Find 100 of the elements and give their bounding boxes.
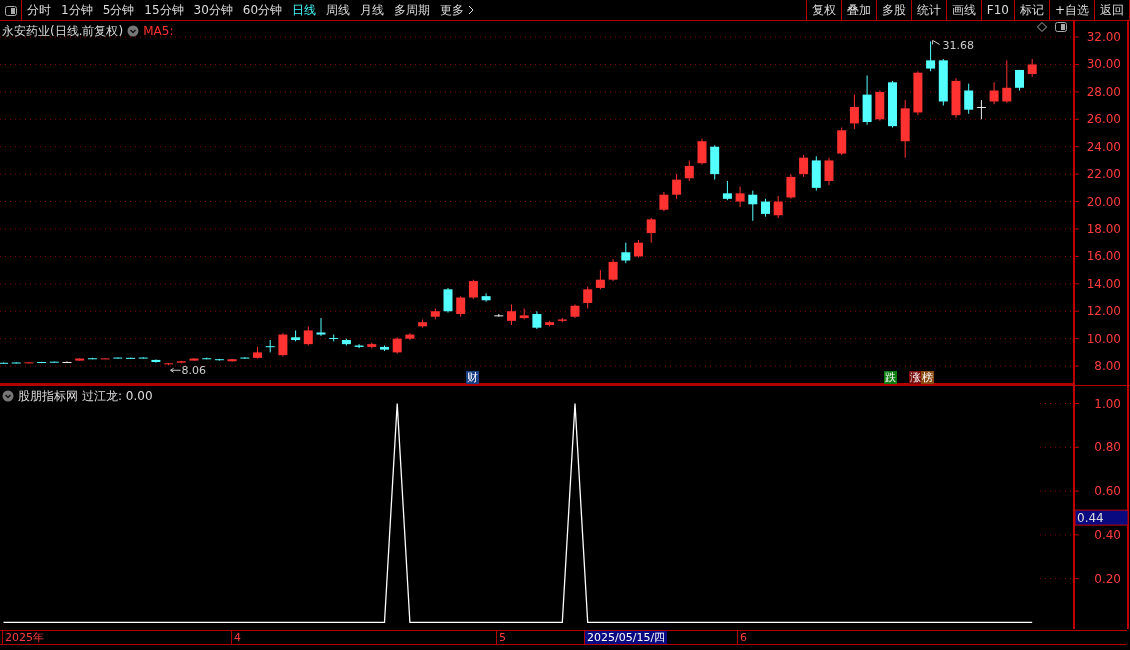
candle [811, 155, 821, 192]
candle [519, 308, 529, 320]
dropdown-icon[interactable] [2, 390, 14, 402]
period-tab[interactable]: 周线 [321, 0, 356, 20]
candle [418, 318, 428, 329]
candle [735, 186, 745, 208]
high-price-label: 31.68 [942, 39, 975, 53]
dropdown-icon[interactable] [127, 25, 140, 37]
period-tab[interactable]: 1分钟 [56, 0, 98, 20]
diamond-icon[interactable] [1037, 22, 1047, 32]
candle [214, 358, 224, 362]
period-tab[interactable]: 15分钟 [139, 0, 189, 20]
toolbar-button[interactable]: 统计 [910, 0, 946, 20]
axis-label: 0.60 [1094, 484, 1121, 499]
candle [265, 339, 275, 353]
candle [367, 342, 377, 349]
indicator-value: : 0.00 [118, 388, 153, 405]
low-price-label: 8.06 [181, 364, 207, 378]
candle [786, 173, 796, 200]
axis-label: 14.00 [1086, 276, 1121, 291]
candle [87, 357, 97, 360]
candle [761, 198, 770, 218]
event-tag[interactable]: 财 [466, 371, 479, 384]
ma-label: MA5: [143, 23, 174, 40]
period-tab[interactable]: 60分钟 [237, 0, 288, 20]
candle [672, 173, 682, 200]
candle [278, 332, 288, 357]
axis-label: 28.00 [1086, 84, 1121, 99]
candle [240, 356, 250, 360]
candle [837, 127, 847, 156]
chevron-icon[interactable] [468, 5, 475, 15]
candle [494, 313, 504, 318]
toolbar-button[interactable]: 复权 [805, 0, 841, 20]
candle [176, 360, 186, 364]
candle [253, 346, 262, 360]
axis-label: 24.00 [1086, 139, 1121, 154]
candle [100, 357, 110, 360]
candle [634, 239, 643, 259]
candle [291, 329, 301, 342]
candle [392, 336, 402, 355]
toolbar-button[interactable]: 返回 [1094, 0, 1130, 20]
candle [24, 361, 34, 364]
candle [646, 217, 656, 244]
candle [189, 357, 199, 362]
candle [545, 320, 555, 327]
candle [62, 360, 72, 363]
axis-label: 32.00 [1086, 30, 1121, 45]
candle [570, 303, 580, 319]
candle [748, 190, 758, 222]
candle [710, 144, 720, 181]
candle [405, 332, 415, 341]
axis-label: 12.00 [1086, 304, 1121, 319]
candle [976, 99, 986, 120]
candle [126, 357, 135, 360]
candle [989, 81, 999, 105]
candle [443, 287, 453, 314]
leader-line [932, 39, 941, 45]
candle [824, 157, 834, 186]
candle [875, 90, 885, 122]
candle [888, 80, 897, 129]
date-label: 6 [739, 631, 748, 644]
candle [341, 338, 351, 346]
toolbar-button[interactable]: 标记 [1013, 0, 1049, 20]
candle [202, 357, 212, 360]
period-tab[interactable]: 5分钟 [97, 0, 140, 20]
candle [532, 310, 542, 330]
toolbar-button[interactable]: +自选 [1048, 0, 1094, 20]
toolbar-button[interactable]: 叠加 [840, 0, 876, 20]
indicator-source: 股朋指标网 [18, 388, 78, 405]
candle [849, 94, 859, 130]
candle [151, 359, 161, 364]
period-tab[interactable]: 30分钟 [188, 0, 238, 20]
date-label: 2025年 [4, 631, 45, 644]
axis-label: 26.00 [1086, 112, 1121, 127]
event-tag[interactable]: 榜 [921, 371, 934, 384]
axis-label: 0.40 [1094, 527, 1121, 542]
axis-label: 10.00 [1086, 331, 1121, 346]
panel-toggle-icon[interactable] [1055, 22, 1067, 32]
more-menu[interactable]: 更多 [435, 0, 480, 20]
candle [926, 40, 936, 72]
toolbar-button[interactable]: 多股 [875, 0, 911, 20]
period-tab[interactable]: 日线 [287, 0, 322, 20]
axis-label: 22.00 [1086, 167, 1121, 182]
event-tag[interactable]: 跌 [884, 371, 897, 384]
period-tab[interactable]: 多周期 [389, 0, 436, 20]
period-tab[interactable]: 月线 [355, 0, 390, 20]
candle [964, 83, 974, 115]
candle [507, 303, 516, 326]
toolbar-button[interactable]: F10 [980, 0, 1014, 20]
period-tab[interactable]: 分时 [22, 0, 56, 20]
stock-title: 永安药业(日线.前复权) [2, 23, 124, 40]
candle [138, 356, 148, 360]
axis-label: 1.00 [1094, 396, 1121, 411]
candle [468, 279, 478, 300]
candle [1002, 59, 1012, 104]
candle [595, 269, 605, 290]
candle [557, 317, 567, 323]
candle [75, 357, 85, 362]
panel-toggle-icon[interactable] [4, 5, 17, 16]
toolbar-button[interactable]: 画线 [945, 0, 981, 20]
